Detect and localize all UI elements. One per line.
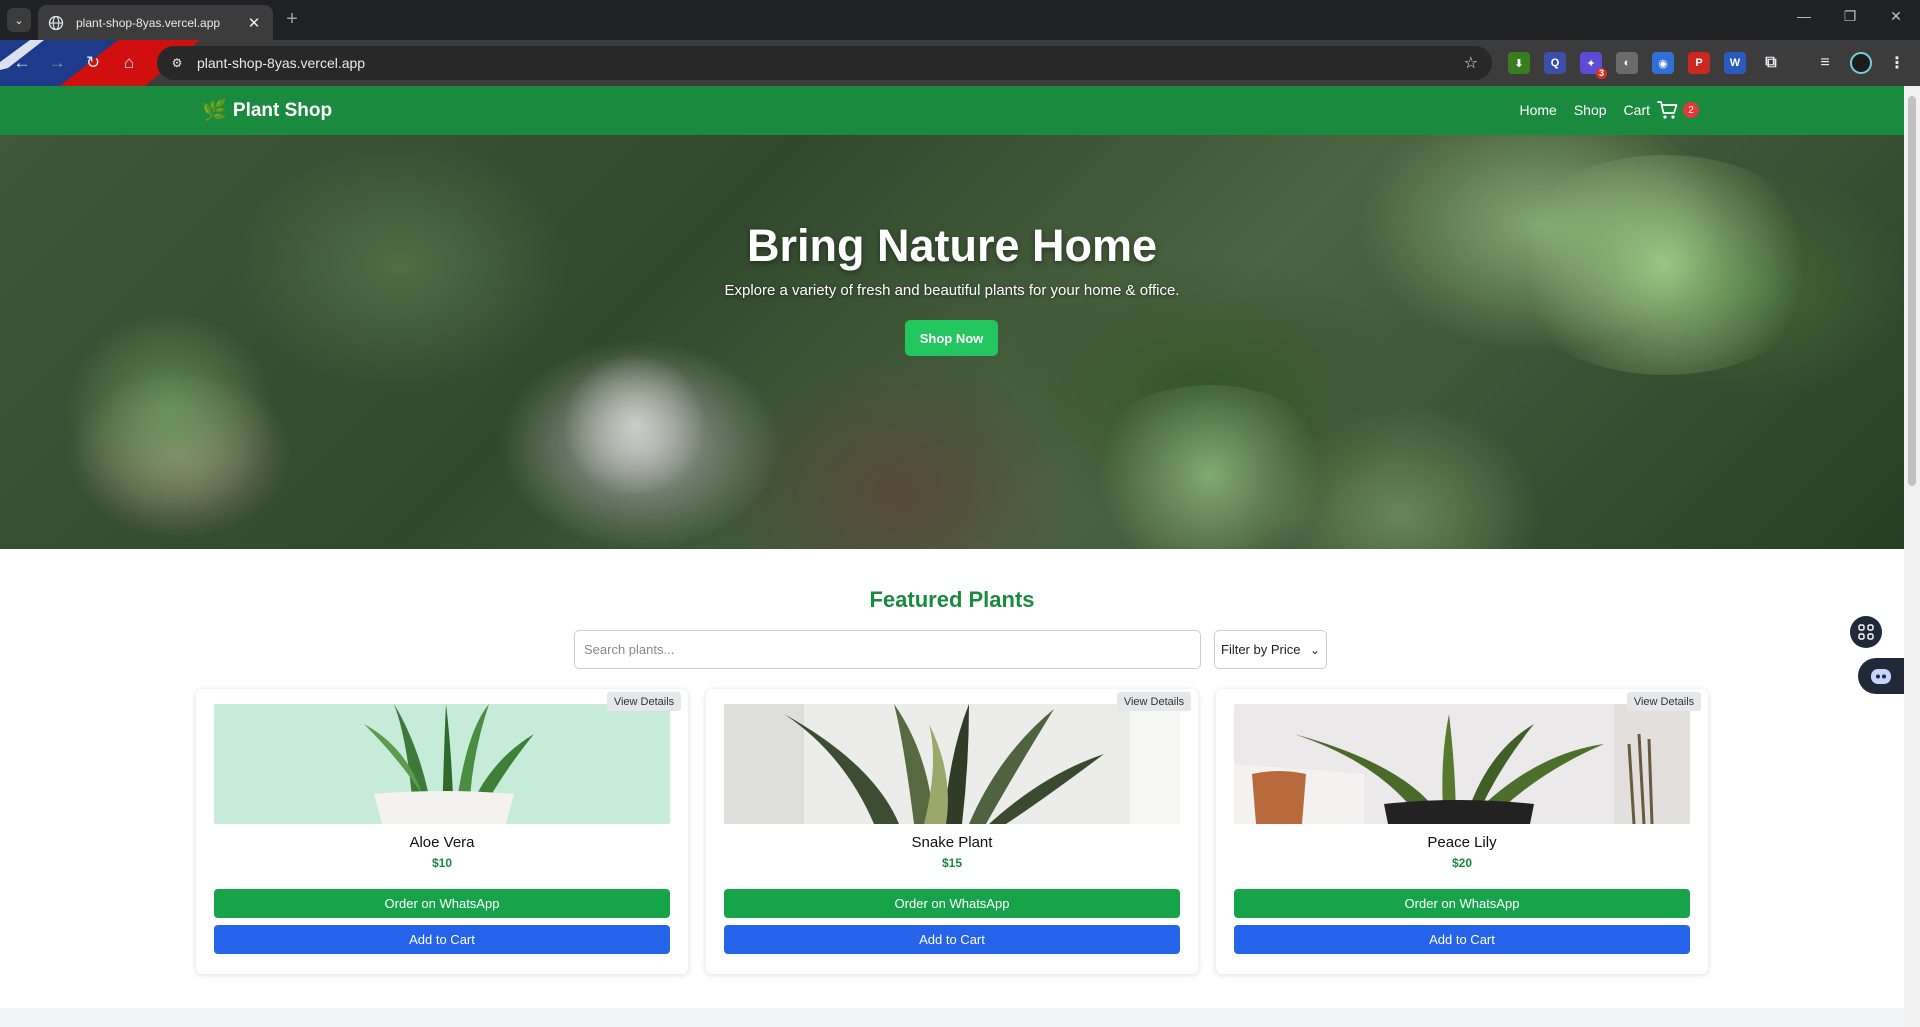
- camera-extension-icon[interactable]: ◉: [1652, 52, 1674, 74]
- scrollbar-thumb[interactable]: [1908, 96, 1916, 486]
- site-navbar: 🌿 Plant Shop Home Shop Cart 2: [0, 86, 1904, 135]
- brand-name: Plant Shop: [232, 99, 333, 121]
- snake-plant-image: [724, 704, 1180, 824]
- aloe-vera-image: [214, 704, 670, 824]
- minimize-window-icon[interactable]: —: [1790, 8, 1818, 24]
- apps-grid-icon[interactable]: [1850, 616, 1882, 648]
- filter-selected-value: Filter by Price: [1221, 642, 1301, 657]
- cart-count-badge: 2: [1683, 102, 1699, 118]
- restore-window-icon[interactable]: ❐: [1836, 8, 1864, 25]
- hero-subtitle: Explore a variety of fresh and beautiful…: [724, 282, 1180, 299]
- product-card-snake-plant: View Details Snake Plant $15 Order on Wh…: [706, 689, 1198, 974]
- puzzle-extension-icon[interactable]: ◐: [1616, 52, 1638, 74]
- bookmark-star-icon[interactable]: ☆: [1464, 53, 1478, 73]
- browser-tab-active[interactable]: plant-shop-8yas.vercel.app ✕: [38, 5, 273, 40]
- globe-icon: [48, 15, 64, 30]
- view-details-button[interactable]: View Details: [607, 692, 681, 711]
- download-extension-icon[interactable]: ⬇: [1508, 52, 1530, 74]
- featured-plants-heading: Featured Plants: [869, 587, 1035, 612]
- powerpoint-extension-icon[interactable]: P: [1688, 52, 1710, 74]
- shopping-cart-icon[interactable]: [1657, 100, 1679, 120]
- product-name: Aloe Vera: [409, 834, 475, 851]
- plant-foliage-decoration: [60, 315, 280, 515]
- product-price: $15: [941, 856, 963, 870]
- leaf-icon: 🌿: [202, 100, 227, 122]
- peace-lily-image: [1234, 704, 1690, 824]
- view-details-button[interactable]: View Details: [1117, 692, 1191, 711]
- order-on-whatsapp-button[interactable]: Order on WhatsApp: [214, 889, 670, 918]
- pothos-leaf-decoration: [1080, 385, 1340, 549]
- product-card-aloe-vera: View Details Aloe Vera $10 Order on What…: [196, 689, 688, 974]
- order-on-whatsapp-button[interactable]: Order on WhatsApp: [724, 889, 1180, 918]
- product-name: Snake Plant: [911, 834, 993, 851]
- close-window-icon[interactable]: ✕: [1882, 8, 1910, 25]
- shop-now-button[interactable]: Shop Now: [905, 320, 998, 356]
- nav-shop-link[interactable]: Shop: [1574, 102, 1607, 118]
- back-arrow-icon[interactable]: ←: [9, 50, 35, 76]
- web-page: 🌿 Plant Shop Home Shop Cart 2 Bring Natu…: [0, 86, 1904, 1027]
- nav-cart-link[interactable]: Cart: [1624, 102, 1650, 118]
- browser-tab-bar: ⌄ plant-shop-8yas.vercel.app ✕ + — ❐ ✕: [0, 0, 1920, 40]
- hero-banner: Bring Nature Home Explore a variety of f…: [0, 135, 1904, 549]
- extension-badge: 3: [1595, 68, 1607, 79]
- nav-home-link[interactable]: Home: [1519, 102, 1556, 118]
- brand-logo[interactable]: 🌿 Plant Shop: [202, 98, 332, 123]
- new-tab-plus-icon[interactable]: +: [281, 9, 303, 31]
- extensions-puzzle-icon[interactable]: ⧉: [1760, 52, 1782, 74]
- tab-title: plant-shop-8yas.vercel.app: [76, 15, 221, 30]
- profile-avatar-icon[interactable]: [1850, 52, 1872, 74]
- forward-arrow-icon[interactable]: →: [44, 50, 70, 76]
- view-details-button[interactable]: View Details: [1627, 692, 1701, 711]
- white-pot-decoration: [560, 355, 710, 495]
- product-card-peace-lily: View Details Peace Lily $20 Order on Wha…: [1216, 689, 1708, 974]
- order-on-whatsapp-button[interactable]: Order on WhatsApp: [1234, 889, 1690, 918]
- nav-links: Home Shop Cart 2: [1502, 100, 1699, 120]
- url-text[interactable]: plant-shop-8yas.vercel.app: [197, 55, 1464, 71]
- product-name: Peace Lily: [1427, 834, 1497, 851]
- close-tab-icon[interactable]: ✕: [245, 14, 263, 32]
- word-extension-icon[interactable]: W: [1724, 52, 1746, 74]
- search-plants-input[interactable]: [574, 630, 1201, 669]
- footer-strip: [0, 1008, 1904, 1027]
- tab-search-chevron-icon[interactable]: ⌄: [7, 8, 31, 32]
- media-controls-icon[interactable]: ≡: [1814, 52, 1836, 74]
- filter-by-price-select[interactable]: Filter by Price ⌄: [1214, 630, 1327, 669]
- chevron-down-icon: ⌄: [1309, 642, 1320, 657]
- assistant-bot-icon[interactable]: [1858, 658, 1904, 694]
- product-price: $10: [431, 856, 453, 870]
- search-extension-icon[interactable]: Q: [1544, 52, 1566, 74]
- browser-toolbar: ← → ↻ ⌂ ⚙ plant-shop-8yas.vercel.app ☆ ⬇…: [0, 40, 1920, 86]
- chat-extension-icon[interactable]: ✦ 3: [1580, 52, 1607, 79]
- site-info-icon[interactable]: ⚙: [167, 53, 187, 73]
- add-to-cart-button[interactable]: Add to Cart: [214, 925, 670, 954]
- home-icon[interactable]: ⌂: [116, 50, 142, 76]
- add-to-cart-button[interactable]: Add to Cart: [1234, 925, 1690, 954]
- product-price: $20: [1451, 856, 1473, 870]
- page-scrollbar[interactable]: [1904, 86, 1920, 1027]
- add-to-cart-button[interactable]: Add to Cart: [724, 925, 1180, 954]
- reload-icon[interactable]: ↻: [80, 50, 106, 76]
- menu-kebab-icon[interactable]: ⋮: [1886, 52, 1908, 74]
- hero-title: Bring Nature Home: [746, 220, 1158, 271]
- address-bar[interactable]: ⚙ plant-shop-8yas.vercel.app ☆: [157, 46, 1492, 80]
